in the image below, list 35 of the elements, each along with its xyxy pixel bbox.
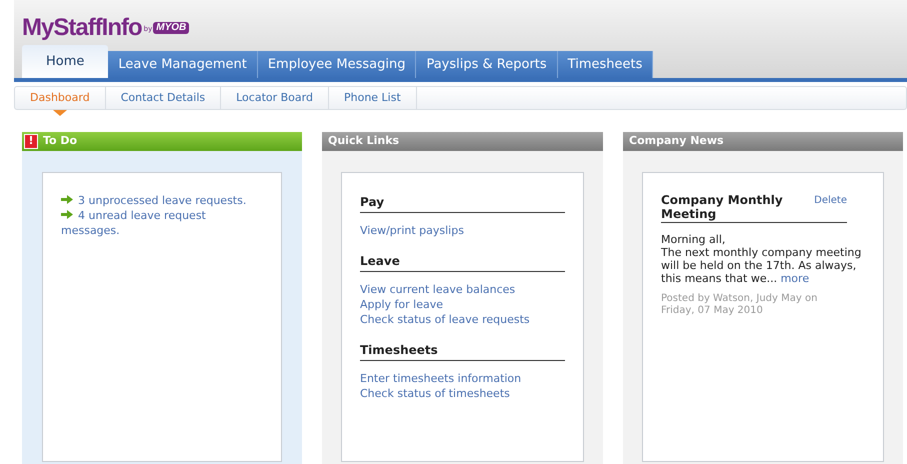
subnav-link[interactable]: Contact Details <box>106 87 222 109</box>
logo-text: MyStaffInfo <box>22 16 142 40</box>
panel-title: To Do <box>43 133 78 150</box>
section-heading: Pay <box>360 193 565 213</box>
quick-link[interactable]: Check status of leave requests <box>360 313 530 326</box>
posted-info: Posted by Watson, Judy May on Friday, 07 May 2010 <box>661 293 818 317</box>
panel-title: Quick Links <box>328 133 400 150</box>
quick-link[interactable]: View current leave balances <box>360 283 516 296</box>
todo-link[interactable]: 4 unread leave request messages. <box>61 208 251 238</box>
quick-link[interactable]: Enter timesheets information <box>360 372 522 385</box>
nav-tab[interactable]: Employee Messaging <box>258 51 416 78</box>
article-body: The next monthly company meeting will be held on the 17th. As always, this means that we... more <box>661 246 862 285</box>
nav-tab[interactable]: Payslips & Reports <box>416 51 558 78</box>
brand-badge: MYOB <box>153 22 190 34</box>
nav-tab[interactable]: Home <box>22 45 108 78</box>
delete-link[interactable]: Delete <box>814 193 847 208</box>
more-link[interactable]: more <box>780 272 810 285</box>
quick-link[interactable]: Apply for leave <box>360 298 444 311</box>
article-greeting: Morning all, <box>661 233 726 246</box>
section-heading: Timesheets <box>360 341 565 361</box>
arrow-right-icon <box>61 195 73 204</box>
alert-icon: ! <box>24 134 38 149</box>
nav-tab[interactable]: Timesheets <box>558 51 654 78</box>
section-heading: Leave <box>360 252 565 272</box>
selection-pointer-icon <box>52 110 67 116</box>
subnav-link[interactable]: Locator Board <box>221 87 329 109</box>
article-title: Company Monthly Meeting <box>661 193 784 221</box>
arrow-right-icon <box>61 210 73 219</box>
nav-tab[interactable]: Leave Management <box>108 51 258 78</box>
subnav-link[interactable]: Phone List <box>328 87 417 109</box>
todo-link[interactable]: 3 unprocessed leave requests. <box>61 193 251 208</box>
subnav-link[interactable]: Dashboard <box>15 87 106 109</box>
panel-title: Company News <box>629 133 724 150</box>
quick-link[interactable]: View/print payslips <box>360 224 464 237</box>
quick-link[interactable]: Check status of timesheets <box>360 387 510 400</box>
